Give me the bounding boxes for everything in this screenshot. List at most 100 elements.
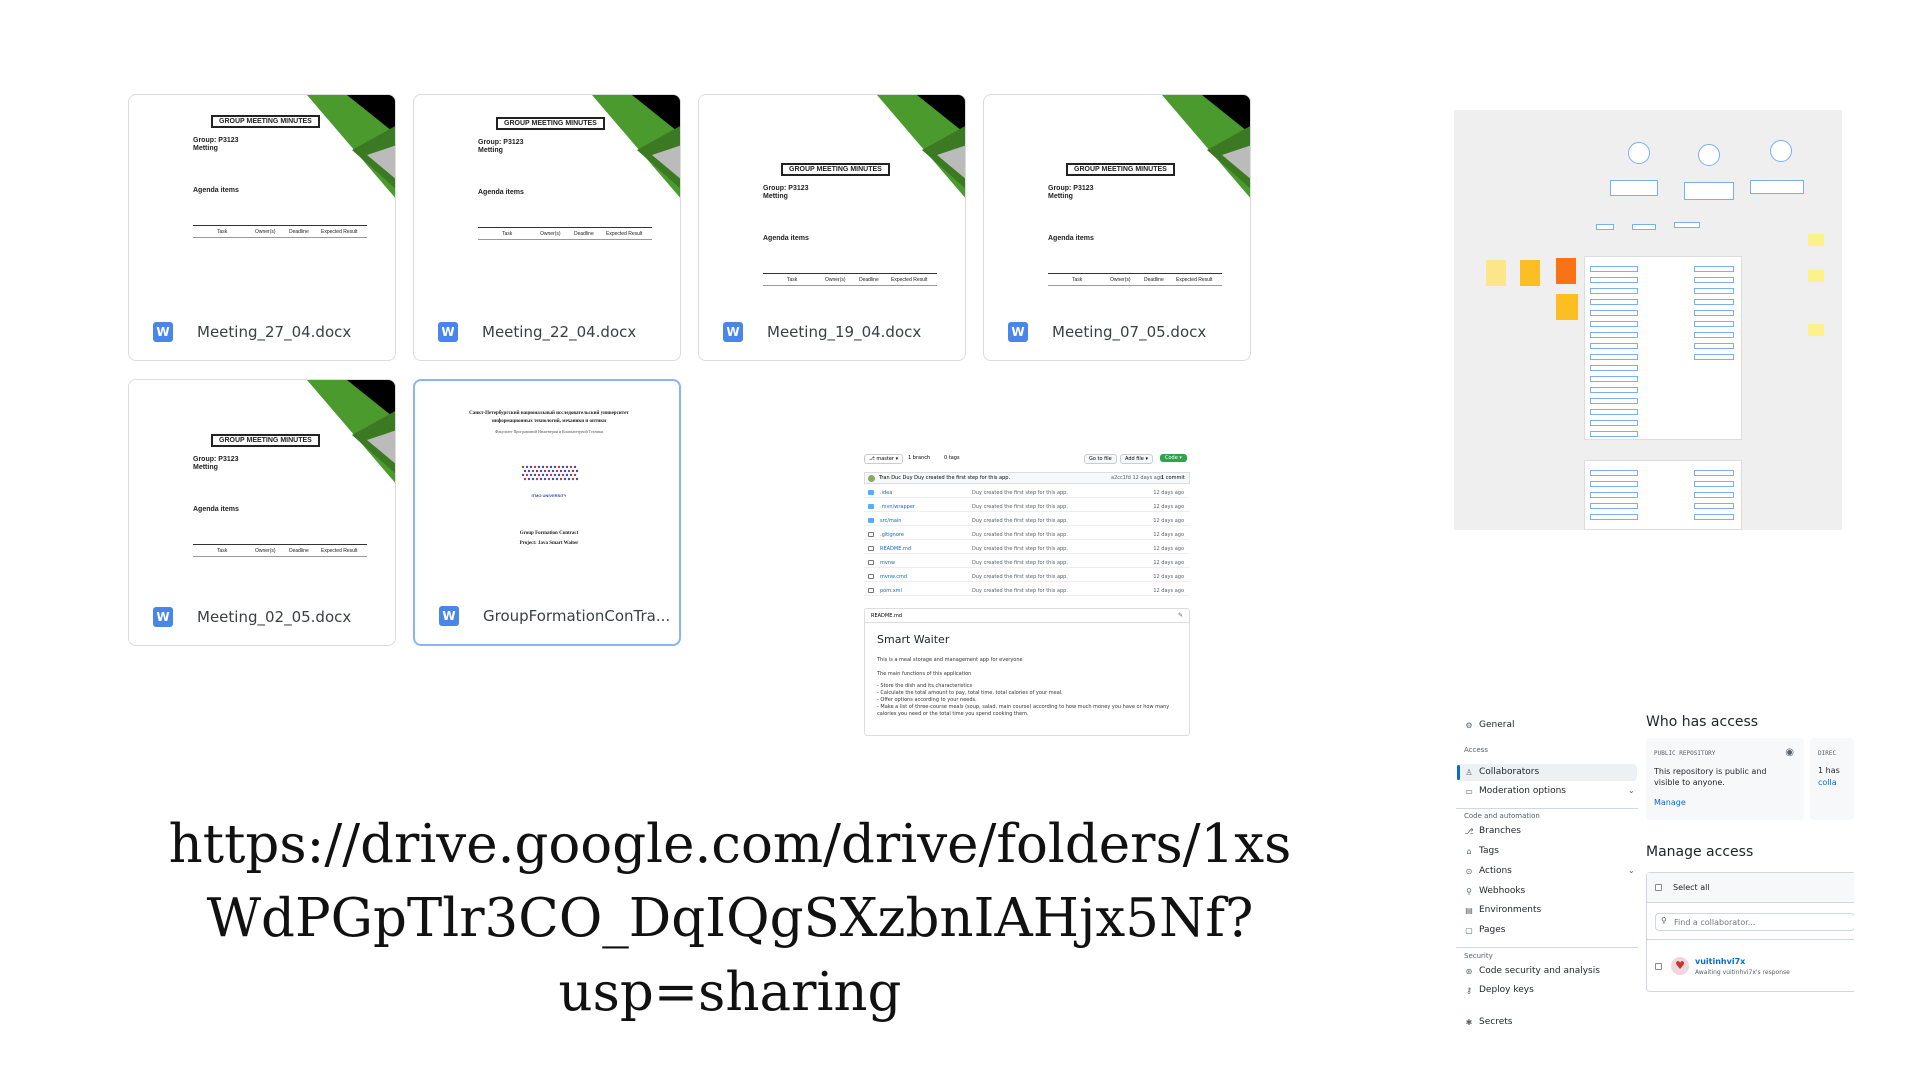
nav-branches[interactable]: ⎇ Branches — [1464, 826, 1521, 836]
repo-file-name[interactable]: mvnw — [880, 560, 895, 566]
nav-secrets[interactable]: ✱ Secrets — [1464, 1017, 1513, 1027]
branch-select[interactable]: ⎇ master ▾ — [864, 454, 904, 464]
doc-preview: GROUP MEETING MINUTES Group: P3123 Metting… — [414, 95, 680, 307]
go-to-file-button[interactable]: Go to file — [1084, 454, 1117, 464]
repo-file-row[interactable]: .idea Duy created the first step for this… — [864, 488, 1190, 498]
nav-pages[interactable]: ▢ Pages — [1464, 925, 1505, 935]
repo-file-row[interactable]: .gitignore Duy created the first step for… — [864, 530, 1190, 540]
collaborator-avatar: ♥ — [1671, 957, 1689, 975]
repo-file-name[interactable]: .idea — [880, 490, 892, 496]
diagram-box — [1684, 182, 1734, 200]
repo-file-age: 12 days ago — [1153, 532, 1184, 538]
select-all-checkbox[interactable] — [1655, 884, 1662, 891]
readme-list: - Store the dish and its characteristics… — [877, 683, 1169, 718]
sticky-note — [1556, 258, 1576, 284]
chevron-down-icon[interactable]: ⌄ — [1628, 786, 1635, 795]
diagram-cell — [1590, 321, 1638, 327]
repo-file-commit[interactable]: Duy created the first step for this app. — [972, 518, 1068, 524]
nav-deploy-keys[interactable]: ⚷ Deploy keys — [1464, 985, 1534, 995]
tags-link[interactable]: 0 tags — [944, 455, 960, 461]
diagram-cell — [1590, 387, 1638, 393]
repo-file-commit[interactable]: Duy created the first step for this app. — [972, 490, 1068, 496]
branches-link[interactable]: 1 branch — [908, 455, 930, 461]
nav-tags[interactable]: ⌂ Tags — [1464, 846, 1498, 856]
repo-file-name[interactable]: README.md — [880, 546, 911, 552]
nav-moderation[interactable]: ▭ Moderation options — [1464, 786, 1566, 796]
file-tile[interactable]: GROUP MEETING MINUTES Group: P3123 Metting… — [413, 94, 681, 361]
repo-file-row[interactable]: mvnw.cmd Duy created the first step for t… — [864, 572, 1190, 582]
repo-file-row[interactable]: README.md Duy created the first step for … — [864, 544, 1190, 554]
direct-access-card: DIREC 1 has colla — [1810, 738, 1854, 820]
gear-icon: ⚙ — [1465, 720, 1473, 730]
public-repo-desc: This repository is public and visible to… — [1654, 767, 1767, 787]
repo-file-name[interactable]: .mvn/wrapper — [880, 504, 915, 510]
commits-link[interactable]: 1 commit — [1161, 475, 1185, 481]
diagram-cell — [1590, 277, 1638, 283]
doc-rule — [193, 544, 367, 545]
nav-webhooks[interactable]: ⚲ Webhooks — [1464, 886, 1525, 896]
doc-title: GROUP MEETING MINUTES — [211, 115, 320, 128]
file-name: GroupFormationConTra... — [483, 607, 671, 625]
doc-preview: GROUP MEETING MINUTES Group: P3123 Metting… — [129, 95, 395, 307]
repo-file-commit[interactable]: Duy created the first step for this app. — [972, 504, 1068, 510]
file-tile[interactable]: Санкт-Петербургский национальный исследо… — [413, 379, 681, 646]
repo-file-commit[interactable]: Duy created the first step for this app. — [972, 560, 1068, 566]
repo-file-row[interactable]: mvnw Duy created the first step for this … — [864, 558, 1190, 568]
repo-file-name[interactable]: mvnw.cmd — [880, 574, 907, 580]
select-all-label: Select all — [1673, 883, 1710, 892]
commit-message[interactable]: Tran Duc Duy Duy created the first step … — [879, 475, 1010, 481]
repo-file-row[interactable]: src/main Duy created the first step for t… — [864, 516, 1190, 526]
link-line: WdPGpTlr3CO_DqIQgSXzbnIAHjx5Nf? — [206, 888, 1254, 949]
nav-deploy-keys-label: Deploy keys — [1479, 985, 1534, 995]
code-button[interactable]: Code ▾ — [1160, 454, 1187, 462]
diagram-cell — [1694, 481, 1734, 487]
readme-item: - Calculate the total amount to pay, tot… — [877, 690, 1063, 696]
collaborator-name[interactable]: vuitinhvi7x — [1695, 957, 1745, 966]
add-file-button[interactable]: Add file ▾ — [1120, 454, 1153, 464]
file-tile[interactable]: GROUP MEETING MINUTES Group: P3123 Metting… — [983, 94, 1251, 361]
file-tile[interactable]: GROUP MEETING MINUTES Group: P3123 Metting… — [128, 94, 396, 361]
diagram-box — [1596, 224, 1614, 230]
find-collaborator-input[interactable]: ⚲ Find a collaborator... — [1655, 913, 1854, 931]
file-thumbnail: Санкт-Петербургский национальный исследо… — [415, 381, 679, 593]
diagram-cell — [1590, 288, 1638, 294]
diagram-cell — [1590, 503, 1638, 509]
contract-line: Факультет Программной Инженерии и Компью… — [494, 429, 604, 434]
doc-title: GROUP MEETING MINUTES — [1066, 163, 1175, 176]
nav-environments[interactable]: ▤ Environments — [1464, 905, 1541, 915]
file-name: Meeting_27_04.docx — [197, 323, 352, 341]
sticky-note — [1486, 260, 1506, 286]
doc-preview: GROUP MEETING MINUTES Group: P3123 Metting… — [699, 95, 965, 307]
repo-file-commit[interactable]: Duy created the first step for this app. — [972, 532, 1068, 538]
file-footer: W Meeting_22_04.docx — [414, 304, 680, 360]
nav-code-security[interactable]: ⊛ Code security and analysis — [1464, 966, 1600, 976]
diagram-board — [1454, 110, 1842, 530]
repo-file-commit[interactable]: Duy created the first step for this app. — [972, 588, 1068, 594]
file-tile[interactable]: GROUP MEETING MINUTES Group: P3123 Metting… — [698, 94, 966, 361]
repo-file-name[interactable]: src/main — [880, 518, 901, 524]
repo-file-name[interactable]: .gitignore — [880, 532, 904, 538]
nav-actions[interactable]: ⊙ Actions — [1464, 866, 1512, 876]
repo-file-age: 12 days ago — [1153, 518, 1184, 524]
repo-file-commit[interactable]: Duy created the first step for this app. — [972, 546, 1068, 552]
doc-rule — [193, 225, 367, 226]
folder-link[interactable]: https://drive.google.com/drive/folders/1… — [110, 808, 1350, 1030]
repo-file-commit[interactable]: Duy created the first step for this app. — [972, 574, 1068, 580]
collaborator-checkbox[interactable] — [1655, 963, 1662, 970]
repo-file-row[interactable]: pom.xml Duy created the first step for th… — [864, 586, 1190, 596]
contract-line: Санкт-Петербургский национальный исследо… — [469, 411, 629, 416]
divider — [1456, 947, 1638, 948]
manage-link[interactable]: Manage — [1654, 798, 1686, 807]
pencil-icon[interactable]: ✎ — [1178, 612, 1183, 619]
nav-general[interactable]: ⚙ General — [1464, 720, 1514, 730]
diagram-cell — [1694, 332, 1734, 338]
doc-group: Group: P3123 — [193, 456, 239, 463]
file-tile[interactable]: GROUP MEETING MINUTES Group: P3123 Metting… — [128, 379, 396, 646]
nav-collaborators[interactable]: ♙ Collaborators — [1464, 767, 1539, 777]
repo-file-row[interactable]: .mvn/wrapper Duy created the first step f… — [864, 502, 1190, 512]
nav-section-code: Code and automation — [1464, 812, 1540, 820]
nav-section-security: Security — [1464, 952, 1493, 960]
direct-access-link[interactable]: colla — [1818, 778, 1837, 787]
chevron-down-icon[interactable]: ⌄ — [1628, 866, 1635, 875]
repo-file-name[interactable]: pom.xml — [880, 588, 902, 594]
